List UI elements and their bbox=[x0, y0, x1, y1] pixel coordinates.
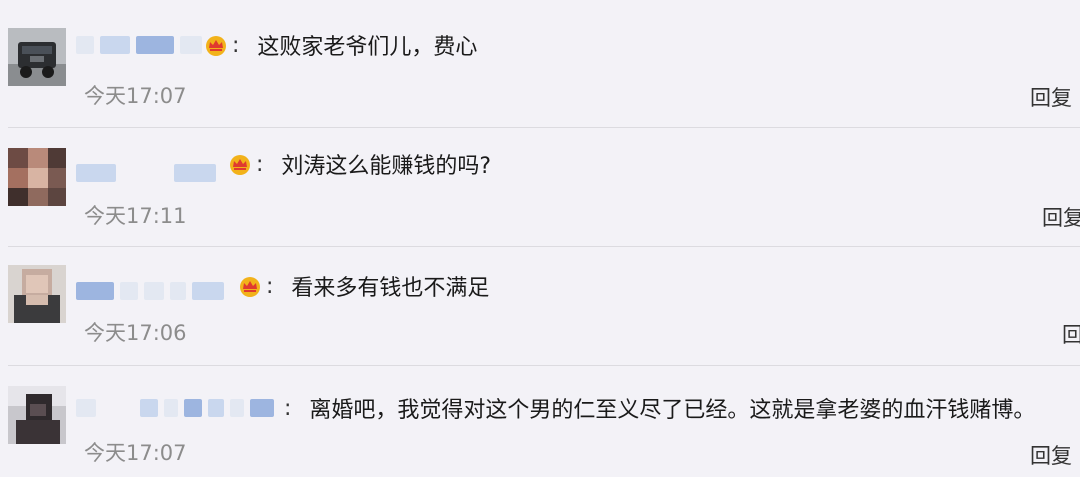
blurred-username[interactable] bbox=[144, 282, 164, 300]
blurred-username[interactable] bbox=[76, 399, 96, 417]
blurred-username[interactable] bbox=[170, 282, 186, 300]
pixelated-avatar-image bbox=[8, 148, 66, 206]
jeep-avatar-image bbox=[8, 28, 66, 86]
username-row: : 刘涛这么能赚钱的吗? bbox=[76, 150, 492, 182]
blurred-username[interactable] bbox=[76, 164, 116, 182]
crown-badge-icon bbox=[240, 277, 260, 297]
blurred-username[interactable] bbox=[164, 399, 178, 417]
blurred-username[interactable] bbox=[100, 36, 130, 54]
blurred-username[interactable] bbox=[102, 399, 134, 417]
comment-item: : 刘涛这么能赚钱的吗? 今天17:11 回复 bbox=[0, 128, 1080, 246]
reply-button[interactable]: 回复 bbox=[1042, 202, 1080, 232]
avatar[interactable] bbox=[8, 28, 66, 86]
colon-separator: : bbox=[232, 32, 240, 58]
blurred-username[interactable] bbox=[250, 399, 274, 417]
pixelated-avatar-image bbox=[8, 265, 66, 323]
colon-separator: : bbox=[256, 151, 264, 177]
comment-timestamp: 今天17:06 bbox=[84, 321, 187, 345]
username-row: : 离婚吧，我觉得对这个男的仁至义尽了已经。这就是拿老婆的血汗钱赌博。 bbox=[76, 394, 1036, 423]
comment-text: 离婚吧，我觉得对这个男的仁至义尽了已经。这就是拿老婆的血汗钱赌博。 bbox=[309, 398, 1036, 423]
avatar[interactable] bbox=[8, 386, 66, 444]
comment-item: : 离婚吧，我觉得对这个男的仁至义尽了已经。这就是拿老婆的血汗钱赌博。 今天17… bbox=[0, 366, 1080, 477]
blurred-username[interactable] bbox=[174, 164, 216, 182]
reply-button[interactable]: 回复 bbox=[1030, 440, 1072, 470]
blurred-username[interactable] bbox=[76, 36, 94, 54]
comment-text: 这败家老爷们儿，费心 bbox=[257, 35, 478, 60]
blurred-username[interactable] bbox=[180, 36, 202, 54]
blurred-username[interactable] bbox=[122, 155, 168, 173]
blurred-username[interactable] bbox=[120, 282, 138, 300]
crown-badge-icon bbox=[230, 155, 250, 175]
username-row: : 看来多有钱也不满足 bbox=[76, 272, 490, 301]
colon-separator: : bbox=[284, 395, 292, 421]
blurred-username[interactable] bbox=[76, 282, 114, 300]
colon-separator: : bbox=[266, 273, 274, 299]
blurred-username[interactable] bbox=[184, 399, 202, 417]
blurred-username[interactable] bbox=[230, 399, 244, 417]
username-row: : 这败家老爷们儿，费心 bbox=[76, 31, 478, 60]
reply-button[interactable]: 回复 bbox=[1062, 319, 1080, 349]
reply-button[interactable]: 回复 bbox=[1030, 82, 1072, 112]
blurred-username[interactable] bbox=[208, 399, 224, 417]
avatar[interactable] bbox=[8, 265, 66, 323]
comment-text: 看来多有钱也不满足 bbox=[291, 276, 490, 301]
comment-timestamp: 今天17:11 bbox=[84, 204, 187, 228]
comment-item: : 这败家老爷们儿，费心 今天17:07 回复 bbox=[0, 0, 1080, 128]
comment-timestamp: 今天17:07 bbox=[84, 84, 187, 108]
comment-timestamp: 今天17:07 bbox=[84, 441, 187, 465]
comment-item: : 看来多有钱也不满足 今天17:06 回复 bbox=[0, 247, 1080, 365]
comment-text: 刘涛这么能赚钱的吗? bbox=[281, 154, 492, 179]
avatar[interactable] bbox=[8, 148, 66, 206]
pixelated-avatar-image bbox=[8, 386, 66, 444]
crown-badge-icon bbox=[206, 36, 226, 56]
blurred-username[interactable] bbox=[136, 36, 174, 54]
blurred-username[interactable] bbox=[192, 282, 224, 300]
blurred-username[interactable] bbox=[140, 399, 158, 417]
